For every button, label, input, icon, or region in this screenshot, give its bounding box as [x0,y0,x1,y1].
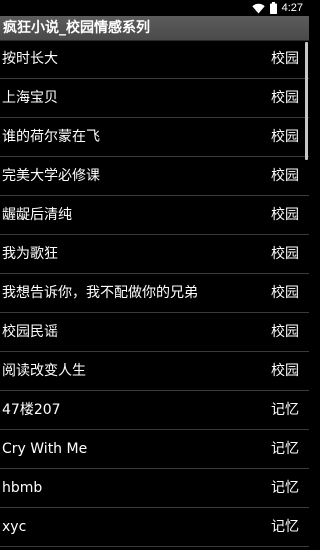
list-item-title: 我为歌狂 [2,246,58,262]
list-item-category: 校园 [271,285,299,301]
list-item-title: 按时长大 [2,51,58,67]
novel-list[interactable]: 按时长大 校园 上海宝贝 校园 谁的荷尔蒙在飞 校园 完美大学必修课 校园 龌龊… [0,40,309,550]
list-item-title: 我想告诉你，我不配做你的兄弟 [2,285,198,301]
list-item-title: 阅读改变人生 [2,363,86,379]
page-title: 疯狂小说_校园情感系列 [3,20,150,36]
list-item-title: 龌龊后清纯 [2,207,72,223]
title-bar: 疯狂小说_校园情感系列 [0,16,309,41]
list-item-title: 完美大学必修课 [2,168,100,184]
status-bar: 4:27 [0,0,309,16]
list-item[interactable]: 按时长大 校园 [0,40,309,79]
list-item-category: 校园 [271,168,299,184]
list-item[interactable]: 我为歌狂 校园 [0,235,309,274]
list-item[interactable]: 上海宝贝 校园 [0,79,309,118]
list-item[interactable]: 我想告诉你，我不配做你的兄弟 校园 [0,274,309,313]
list-item[interactable]: 47楼207 记忆 [0,391,309,430]
list-item-category: 校园 [271,324,299,340]
list-item[interactable]: 校园民谣 校园 [0,313,309,352]
list-item[interactable]: 阅读改变人生 校园 [0,352,309,391]
list-item[interactable]: 谁的荷尔蒙在飞 校园 [0,118,309,157]
list-item[interactable]: 完美大学必修课 校园 [0,157,309,196]
list-item-category: 记忆 [271,441,299,457]
list-item-title: hbmb [2,480,43,496]
list-item-title: Cry With Me [2,441,88,457]
list-item-category: 校园 [271,363,299,379]
list-item-category: 记忆 [271,519,299,535]
list-item-category: 校园 [271,129,299,145]
wifi-icon [251,3,265,14]
list-item-title: xyc [2,519,27,535]
list-item-category: 校园 [271,51,299,67]
list-item-category: 记忆 [271,480,299,496]
list-item[interactable]: xyc 记忆 [0,508,309,547]
list-item-category: 校园 [271,246,299,262]
list-item[interactable]: 龌龊后清纯 校园 [0,196,309,235]
list-item-title: 47楼207 [2,402,61,418]
list-item-category: 记忆 [271,402,299,418]
list-item-title: 上海宝贝 [2,90,58,106]
list-item[interactable]: hbmb 记忆 [0,469,309,508]
list-item-category: 校园 [271,207,299,223]
status-time: 4:27 [281,2,303,14]
scrollbar[interactable] [305,42,308,160]
status-icons: 4:27 [251,1,303,15]
battery-icon [269,2,277,14]
list-item-category: 校园 [271,90,299,106]
app-screen: 4:27 疯狂小说_校园情感系列 按时长大 校园 上海宝贝 校园 谁的荷尔蒙在飞… [0,0,309,550]
list-item-title: 校园民谣 [2,324,58,340]
list-item[interactable]: Cry With Me 记忆 [0,430,309,469]
list-item-title: 谁的荷尔蒙在飞 [2,129,100,145]
